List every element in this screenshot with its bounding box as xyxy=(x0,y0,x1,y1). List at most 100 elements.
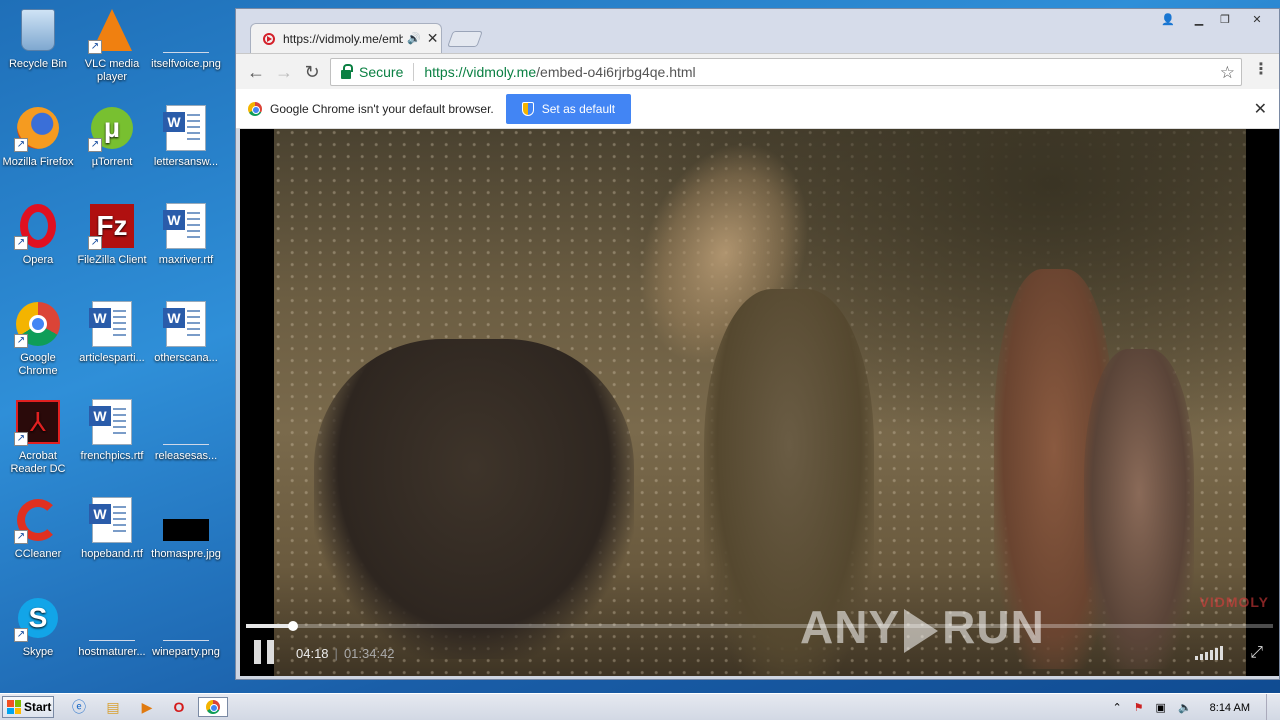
desktop-icon[interactable]: Warticlesparti... xyxy=(74,300,150,390)
profile-icon[interactable]: 👤 xyxy=(1155,11,1181,27)
desktop-icon[interactable]: Fz ↗ FileZilla Client xyxy=(74,202,150,292)
desktop-icon[interactable]: itselfvoice.png xyxy=(148,6,224,96)
acrobat-icon: ⅄ ↗ xyxy=(14,398,62,446)
desktop-icon-label: hopeband.rtf xyxy=(81,548,143,560)
time-display: 04:18 | 01:34:42 xyxy=(296,646,395,661)
video-player[interactable]: VIDMOLY 04:18 | 01:34:42 ⤢ xyxy=(240,129,1279,676)
start-button[interactable]: Start xyxy=(2,696,54,718)
shortcut-arrow-icon: ↗ xyxy=(14,138,28,152)
desktop-icon[interactable]: releasesas... xyxy=(148,398,224,488)
shortcut-arrow-icon: ↗ xyxy=(88,236,102,250)
clock[interactable]: 8:14 AM xyxy=(1210,702,1250,714)
desktop-icon[interactable]: Wmaxriver.rtf xyxy=(148,202,224,292)
close-window-button[interactable]: ✕ xyxy=(1244,11,1270,27)
image-file-icon xyxy=(162,496,210,544)
explorer-taskbar-icon[interactable]: ▤ xyxy=(102,697,124,717)
desktop-icon-label: µTorrent xyxy=(91,156,133,168)
network-icon[interactable]: ▣ xyxy=(1156,701,1166,714)
progress-bar[interactable] xyxy=(246,621,1273,631)
time-separator: | xyxy=(334,646,338,661)
desktop-icon[interactable]: ⅄ ↗ Acrobat Reader DC xyxy=(0,398,76,488)
desktop-icon[interactable]: Wotherscana... xyxy=(148,300,224,390)
desktop-icon-label: wineparty.png xyxy=(152,646,220,658)
taskbar: Start ⓔ ▤ ▶ O ⌃ ⚑ ▣ 🔈 8:14 AM xyxy=(0,693,1280,720)
desktop-icon[interactable]: S ↗ Skype xyxy=(0,594,76,684)
speaker-icon[interactable]: 🔊 xyxy=(407,32,421,45)
url-host: https://vidmoly.me xyxy=(424,64,537,80)
desktop-icon-label: maxriver.rtf xyxy=(158,254,214,266)
tray-expand-icon[interactable]: ⌃ xyxy=(1112,701,1121,714)
desktop-icon[interactable]: ↗ CCleaner xyxy=(0,496,76,586)
desktop-icon-label: Opera xyxy=(22,254,54,266)
reload-button[interactable]: ↻ xyxy=(302,62,322,82)
filezilla-icon: Fz ↗ xyxy=(88,202,136,250)
blank-file-icon xyxy=(162,6,210,54)
forward-button[interactable]: → xyxy=(274,62,294,82)
watermark-text-right: RUN xyxy=(942,601,1045,653)
desktop-icon-label: thomaspre.jpg xyxy=(151,548,221,560)
desktop-icon[interactable]: Wlettersansw... xyxy=(148,104,224,194)
word-doc-icon: W xyxy=(162,104,210,152)
new-tab-button[interactable] xyxy=(447,31,483,47)
word-doc-icon: W xyxy=(88,300,136,348)
omnibox-divider xyxy=(413,63,415,81)
chrome-window: https://vidmoly.me/emb 🔊 ✕ 👤 ▁ ❐ ✕ ← → ↻… xyxy=(235,8,1280,680)
media-player-taskbar-icon[interactable]: ▶ xyxy=(136,697,158,717)
tab-vidmoly[interactable]: https://vidmoly.me/emb 🔊 ✕ xyxy=(250,23,442,53)
minimize-button[interactable]: ▁ xyxy=(1186,11,1212,27)
desktop-icon-label: Acrobat Reader DC xyxy=(10,450,66,475)
desktop-icon[interactable]: Whopeband.rtf xyxy=(74,496,150,586)
pause-button[interactable] xyxy=(254,640,276,664)
desktop-icon-label: articlesparti... xyxy=(79,352,145,364)
action-center-icon[interactable]: ⚑ xyxy=(1134,701,1144,714)
opera-taskbar-icon[interactable]: O xyxy=(168,697,190,717)
desktop-icon-label: Google Chrome xyxy=(18,352,58,377)
url-path: /embed-o4i6rjrbg4qe.html xyxy=(536,64,696,80)
title-bar: https://vidmoly.me/emb 🔊 ✕ 👤 ▁ ❐ ✕ xyxy=(236,9,1279,53)
chrome-taskbar-logo-icon xyxy=(206,700,220,714)
desktop-icon[interactable]: wineparty.png xyxy=(148,594,224,684)
fullscreen-icon[interactable]: ⤢ xyxy=(1250,644,1263,662)
infobar-close-icon[interactable]: ✕ xyxy=(1254,99,1267,119)
bookmark-star-icon[interactable]: ☆ xyxy=(1220,63,1235,83)
shortcut-arrow-icon: ↗ xyxy=(88,40,102,54)
bending-boy-figure xyxy=(314,339,634,659)
desktop-icon-label: VLC media player xyxy=(84,58,140,83)
show-desktop-button[interactable] xyxy=(1266,694,1280,720)
blank-file-icon xyxy=(162,398,210,446)
desktop-icon[interactable]: ↗ Opera xyxy=(0,202,76,292)
restore-button[interactable]: ❐ xyxy=(1212,11,1238,27)
back-button[interactable]: ← xyxy=(246,62,266,82)
set-as-default-button[interactable]: Set as default xyxy=(505,93,632,124)
desktop-icon[interactable]: ↗ Google Chrome xyxy=(0,300,76,390)
address-bar[interactable]: Secure https://vidmoly.me/embed-o4i6rjrb… xyxy=(330,58,1242,86)
desktop-icon[interactable]: µ ↗ µTorrent xyxy=(74,104,150,194)
volume-tray-icon[interactable]: 🔈 xyxy=(1178,701,1192,714)
desktop-icon-label: FileZilla Client xyxy=(77,254,147,266)
anyrun-watermark: ANY RUN xyxy=(800,600,1045,654)
word-doc-icon: W xyxy=(88,398,136,446)
progress-knob[interactable] xyxy=(288,621,299,631)
menu-icon[interactable]: ⋮ xyxy=(1253,62,1269,78)
chrome-taskbar-icon[interactable] xyxy=(198,697,228,717)
shortcut-arrow-icon: ↗ xyxy=(14,334,28,348)
volume-icon[interactable] xyxy=(1195,646,1223,660)
system-tray: ⌃ ⚑ ▣ 🔈 8:14 AM xyxy=(1106,694,1280,720)
tab-title: https://vidmoly.me/emb xyxy=(283,31,403,46)
desktop-icon[interactable]: Wfrenchpics.rtf xyxy=(74,398,150,488)
desktop-icon[interactable]: ↗ Mozilla Firefox xyxy=(0,104,76,194)
desktop-icon-label: hostmaturer... xyxy=(78,646,146,658)
shortcut-arrow-icon: ↗ xyxy=(14,236,28,250)
duration: 01:34:42 xyxy=(343,646,395,661)
desktop-icon[interactable]: thomaspre.jpg xyxy=(148,496,224,586)
blank-file-icon xyxy=(88,594,136,642)
windows-logo-icon xyxy=(7,700,21,714)
desktop-icon[interactable]: ↗ VLC media player xyxy=(74,6,150,96)
tab-close-icon[interactable]: ✕ xyxy=(427,30,439,47)
shortcut-arrow-icon: ↗ xyxy=(14,530,28,544)
ie-taskbar-icon[interactable]: ⓔ xyxy=(68,697,90,717)
desktop-icon[interactable]: Recycle Bin xyxy=(0,6,76,96)
progress-fill xyxy=(246,624,294,628)
infobar-message: Google Chrome isn't your default browser… xyxy=(270,101,494,116)
desktop-icon[interactable]: hostmaturer... xyxy=(74,594,150,684)
